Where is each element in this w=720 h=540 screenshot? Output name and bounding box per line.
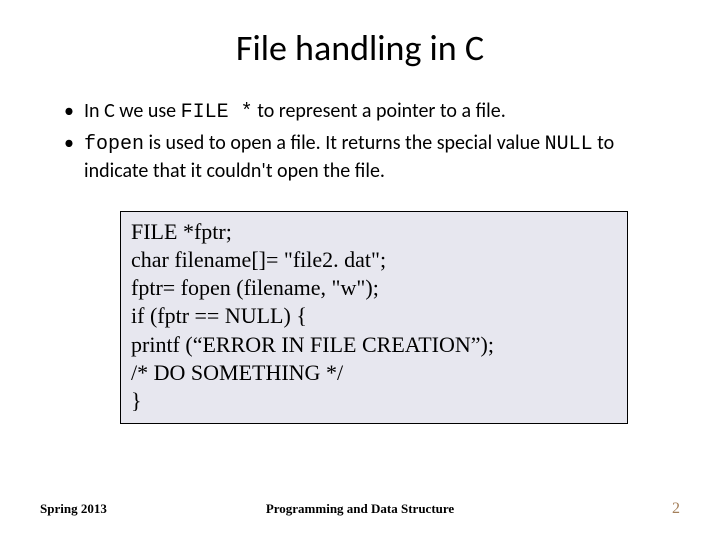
inline-code: FILE * xyxy=(181,101,253,124)
code-line: FILE *fptr; xyxy=(131,218,617,246)
bullet-item: In C we use FILE * to represent a pointe… xyxy=(64,98,680,126)
code-line: char filename[]= "file2. dat"; xyxy=(131,246,617,274)
footer: Spring 2013 Programming and Data Structu… xyxy=(0,500,720,518)
code-line: printf (“ERROR IN FILE CREATION”); xyxy=(131,331,617,359)
code-line: if (fptr == NULL) { xyxy=(131,302,617,330)
slide-number: 2 xyxy=(672,500,680,518)
code-box: FILE *fptr; char filename[]= "file2. dat… xyxy=(120,211,628,424)
bullet-text: In C we use xyxy=(84,99,181,123)
bullet-text: is used to open a file. It returns the s… xyxy=(144,131,545,155)
slide: File handling in C In C we use FILE * to… xyxy=(0,0,720,540)
code-line: /* DO SOMETHING */ xyxy=(131,359,617,387)
bullet-list: In C we use FILE * to represent a pointe… xyxy=(40,98,680,185)
slide-title: File handling in C xyxy=(40,26,680,70)
code-line: } xyxy=(131,387,617,415)
bullet-text: to represent a pointer to a file. xyxy=(253,99,506,123)
footer-center: Programming and Data Structure xyxy=(266,501,454,517)
inline-code: NULL xyxy=(545,133,593,156)
footer-left: Spring 2013 xyxy=(40,501,107,517)
inline-code: fopen xyxy=(84,133,144,156)
code-line: fptr= fopen (filename, "w"); xyxy=(131,274,617,302)
bullet-item: fopen is used to open a file. It returns… xyxy=(64,130,680,185)
